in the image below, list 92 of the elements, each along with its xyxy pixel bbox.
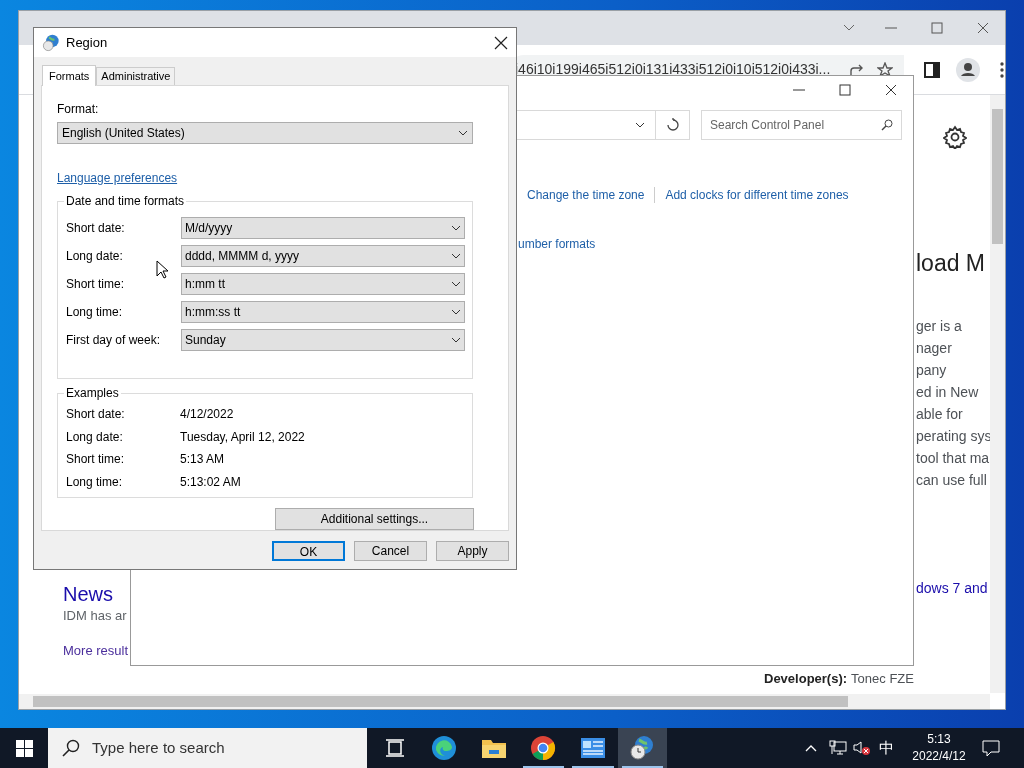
language-preferences-link[interactable]: Language preferences xyxy=(57,169,178,187)
format-dropdown[interactable]: h:mm tt xyxy=(181,273,465,295)
profile-icon[interactable] xyxy=(956,57,980,82)
sidebar-icon[interactable] xyxy=(924,61,940,78)
dialog-button[interactable]: Cancel xyxy=(354,541,427,561)
example-label: Short date: xyxy=(66,406,126,424)
settings-icon[interactable] xyxy=(943,125,967,149)
number-formats-link[interactable]: umber formats xyxy=(518,235,913,253)
running-indicator xyxy=(621,766,663,768)
globe-clock-icon xyxy=(42,33,60,52)
settings-link[interactable]: Add clocks for different time zones xyxy=(665,186,849,204)
chrome-icon xyxy=(530,735,557,761)
clock[interactable]: 5:13 2022/4/12 xyxy=(908,731,970,765)
chevron-icon xyxy=(451,225,461,231)
close-icon[interactable] xyxy=(494,35,508,50)
field-label: Short time: xyxy=(66,276,126,293)
chevron-icon xyxy=(451,337,461,343)
network-icon[interactable] xyxy=(829,740,847,756)
tab[interactable]: Administrative xyxy=(96,67,176,85)
news-heading: News xyxy=(63,582,114,607)
group-title: Date and time formats xyxy=(64,194,187,208)
tab[interactable]: Formats xyxy=(42,65,97,86)
example-value: 5:13:02 AM xyxy=(180,473,241,491)
taskbar-app-button[interactable] xyxy=(617,728,667,768)
additional-settings-button[interactable]: Additional settings... xyxy=(275,508,474,530)
scrollbar-thumb[interactable] xyxy=(33,696,848,707)
example-label: Short time: xyxy=(66,451,126,469)
globe-clock-icon xyxy=(629,735,656,761)
article-text: nager xyxy=(916,339,953,358)
article-heading: load M xyxy=(916,249,986,277)
field-label: Long date: xyxy=(66,248,124,265)
developer-value: Tonec FZE xyxy=(851,670,914,688)
example-label: Long date: xyxy=(66,428,124,446)
chevron-icon xyxy=(458,130,468,136)
chevron-icon xyxy=(635,122,645,128)
edge-icon xyxy=(431,735,458,761)
article-text: can use full xyxy=(916,471,988,490)
field-label: First day of week: xyxy=(66,332,162,349)
menu-icon[interactable] xyxy=(1000,61,1004,78)
chevron-icon xyxy=(451,281,461,287)
folder-icon xyxy=(480,737,507,759)
chevron-icon xyxy=(451,253,461,259)
settings-link[interactable]: Change the time zone xyxy=(527,186,645,204)
chevron-up-icon[interactable] xyxy=(805,744,817,752)
running-indicator xyxy=(522,766,564,768)
running-indicator xyxy=(572,766,614,768)
format-dropdown[interactable]: dddd, MMMM d, yyyy xyxy=(181,245,465,267)
example-value: 5:13 AM xyxy=(180,451,225,469)
article-text: ed in New xyxy=(916,383,980,402)
example-value: 4/12/2022 xyxy=(180,406,234,424)
share-icon[interactable] xyxy=(849,62,865,77)
notification-icon[interactable] xyxy=(982,739,1000,757)
search-field[interactable]: Search Control Panel xyxy=(701,110,902,140)
dialog-button[interactable]: OK xyxy=(272,541,345,561)
group-title: Examples xyxy=(64,386,121,400)
developer-label: Developer(s): xyxy=(764,670,848,688)
taskbar-search-field[interactable]: Type here to search xyxy=(48,728,367,768)
article-link[interactable]: dows 7 and xyxy=(916,578,988,599)
scrollbar-thumb[interactable] xyxy=(992,109,1003,244)
refresh-icon xyxy=(665,118,680,132)
article-text: tool that ma xyxy=(916,449,991,468)
field-label: Short date: xyxy=(66,220,126,237)
news-snippet: IDM has ar xyxy=(63,607,128,625)
chevron-icon xyxy=(451,309,461,315)
url-text: i46i10i199i465i512i0i131i433i512i0i10i512i0i433i... xyxy=(515,60,832,79)
refresh-button[interactable] xyxy=(656,110,690,140)
search-icon xyxy=(62,739,80,757)
star-icon[interactable] xyxy=(877,61,893,78)
cursor-icon xyxy=(156,260,168,279)
speaker-muted-icon[interactable] xyxy=(853,740,871,756)
control-panel-icon xyxy=(579,737,606,759)
article-text: able for xyxy=(916,405,964,424)
horizontal-scrollbar[interactable] xyxy=(19,694,990,709)
format-label: Format: xyxy=(57,101,100,118)
task-view-icon xyxy=(384,739,405,757)
tab-search-icon[interactable] xyxy=(843,24,855,32)
article-text: ger is a xyxy=(916,317,963,336)
vertical-scrollbar[interactable] xyxy=(990,95,1005,693)
more-results-link[interactable]: More result xyxy=(63,641,129,661)
field-label: Long time: xyxy=(66,304,124,321)
input-method-indicator[interactable]: 中 xyxy=(879,736,894,760)
windows-icon xyxy=(15,739,33,757)
dialog-title: Region xyxy=(66,33,109,52)
format-dropdown[interactable]: English (United States) xyxy=(57,122,473,144)
example-value: Tuesday, April 12, 2022 xyxy=(180,428,305,446)
article-text: pany xyxy=(916,361,948,380)
example-label: Long time: xyxy=(66,473,124,491)
dialog-button[interactable]: Apply xyxy=(436,541,509,561)
format-dropdown[interactable]: M/d/yyyy xyxy=(181,217,465,239)
format-dropdown[interactable]: h:mm:ss tt xyxy=(181,301,465,323)
search-icon xyxy=(881,119,893,131)
format-dropdown[interactable]: Sunday xyxy=(181,329,465,351)
